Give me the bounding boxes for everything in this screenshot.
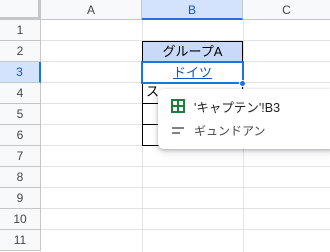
cell-b2[interactable]: グループA <box>142 41 243 62</box>
grid-line <box>41 208 330 209</box>
row-header-6[interactable]: 6 <box>0 125 41 146</box>
row-header-1[interactable]: 1 <box>0 20 41 41</box>
grid-line <box>41 229 330 230</box>
named-range-icon <box>164 123 192 137</box>
suggestion-range-label: 'キャプテン'!B3 <box>194 100 281 115</box>
autocomplete-popup: 'キャプテン'!B3 ギュンドアン <box>158 89 330 149</box>
grid-line <box>41 166 330 167</box>
suggestion-named-range-label: ギュンドアン <box>194 123 266 138</box>
suggestion-range[interactable]: 'キャプテン'!B3 <box>158 94 280 118</box>
row-header-3[interactable]: 3 <box>0 62 41 83</box>
fill-handle[interactable] <box>239 80 246 87</box>
column-header-c[interactable]: C <box>243 0 330 20</box>
row-header-10[interactable]: 10 <box>0 209 41 230</box>
row-header-9[interactable]: 9 <box>0 188 41 209</box>
suggestion-named-range[interactable]: ギュンドアン <box>158 118 266 142</box>
select-all-corner[interactable] <box>0 0 41 20</box>
row-header-8[interactable]: 8 <box>0 167 41 188</box>
row-header-7[interactable]: 7 <box>0 146 41 167</box>
row-header-2[interactable]: 2 <box>0 41 41 62</box>
row-header-5[interactable]: 5 <box>0 104 41 125</box>
column-header-a[interactable]: A <box>41 0 142 20</box>
grid-range-icon <box>164 99 192 113</box>
row-header-4[interactable]: 4 <box>0 83 41 104</box>
grid-line <box>41 187 330 188</box>
column-header-b[interactable]: B <box>142 0 243 20</box>
active-cell-selection <box>141 61 244 84</box>
row-header-11[interactable]: 11 <box>0 230 41 251</box>
spreadsheet-grid: A B C 1 2 3 4 5 6 7 8 9 10 11 グループA ス ドイ… <box>0 0 330 252</box>
